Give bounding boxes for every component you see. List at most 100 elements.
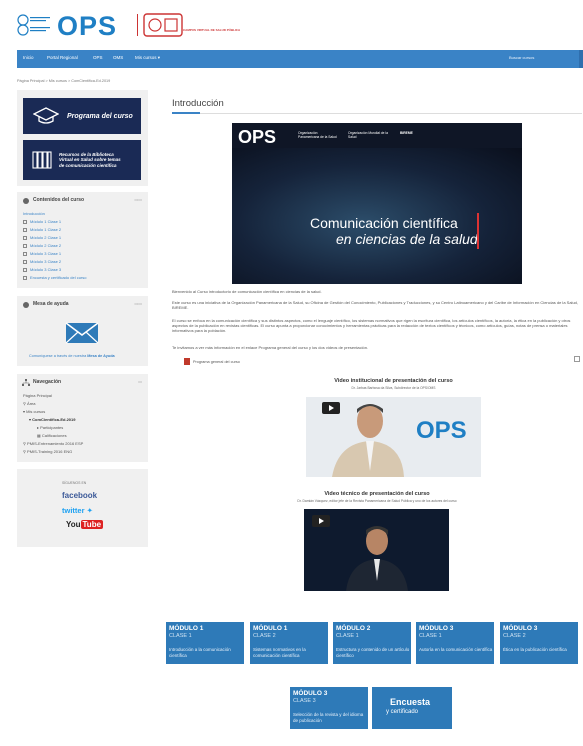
course-hero-image: OPS Organización Panamericana de la Salu…	[232, 123, 522, 284]
nav-tree-label: PMIS-Entrenamiento 2016 ESP	[27, 441, 84, 446]
toc-item[interactable]: Módulo 2 Clase 2	[23, 243, 61, 248]
page-title: Introducción	[172, 98, 224, 109]
breadcrumb[interactable]: Página Principal > Mis cursos > ComCient…	[17, 79, 110, 83]
module-tile-1-1[interactable]: MÓDULO 1 CLASE 1 Introducción a la comun…	[166, 622, 244, 664]
nav-home[interactable]: Inicio	[23, 55, 34, 60]
campus-virtual-logo[interactable]	[143, 13, 183, 37]
intro-paragraph-3: Te invitamos a ver más información en el…	[172, 345, 369, 350]
search-button[interactable]	[579, 50, 583, 68]
nav-tree-label: Mis cursos	[26, 409, 46, 414]
nav-tree-grades[interactable]: ▦ Calificaciones	[37, 433, 67, 438]
nav-oms[interactable]: OMS	[113, 55, 123, 60]
module-topic: Estructura y contenido de un artículo ci…	[336, 647, 410, 658]
survey-subtitle: y certificado	[386, 709, 419, 715]
envelope-icon[interactable]	[65, 322, 99, 344]
hero-badge-who: Organización Mundial de la Salud	[348, 131, 388, 139]
nav-tree-participants[interactable]: ▸ Participantes	[37, 425, 63, 430]
checkbox-icon	[23, 235, 27, 240]
module-number: MÓDULO 1	[169, 625, 204, 632]
nav-tree-label: Participantes	[40, 425, 64, 430]
nav-tree-pmis-eng[interactable]: ⚲ PMIS-Training 2016 ENG	[23, 449, 72, 454]
module-number: MÓDULO 1	[253, 625, 288, 632]
checkbox-icon	[23, 219, 27, 224]
video1-subtitle: Dr. Jarbas Barbosa da Silva, Subdirector…	[351, 386, 436, 390]
toc-item[interactable]: Módulo 3 Clase 2	[23, 259, 61, 264]
module-tile-3-1[interactable]: MÓDULO 3 CLASE 1 Autoría en la comunicac…	[416, 622, 494, 664]
checkbox-icon	[23, 259, 27, 264]
library-banner-line3: de comunicación científica	[59, 162, 117, 168]
ops-brand-text[interactable]: OPS	[57, 12, 117, 40]
module-class: CLASE 3	[293, 698, 316, 704]
help-text: Comuníquese a través de nuestra Mesa de …	[29, 354, 115, 358]
module-tile-3-2[interactable]: MÓDULO 3 CLASE 2 Ética en la publicación…	[500, 622, 578, 664]
module-tile-2-1[interactable]: MÓDULO 2 CLASE 1 Estructura y contenido …	[333, 622, 411, 664]
help-desk-link[interactable]: Mesa de Ayuda	[87, 354, 114, 358]
toc-item[interactable]: Módulo 1 Clase 1	[23, 219, 61, 224]
toc-item[interactable]: Módulo 2 Clase 1	[23, 235, 61, 240]
contents-block-header: Contenidos del curso	[33, 197, 85, 203]
nav-tree-current-course[interactable]: ▾ ComCientifica-Ed.2019	[29, 417, 75, 422]
twitter-bird-icon: ✦	[86, 506, 93, 515]
checkbox-icon	[23, 243, 27, 248]
ops-seal-logo[interactable]	[17, 14, 53, 36]
nav-tree-area[interactable]: ⚲ Área	[23, 401, 36, 406]
toc-item[interactable]: Módulo 1 Clase 2	[23, 227, 61, 232]
module-tile-3-3[interactable]: MÓDULO 3 CLASE 3 Selección de la revista…	[290, 687, 368, 729]
video2-subtitle: Dr. Damián Vázquez, editor jefe de la Re…	[297, 499, 457, 503]
program-pdf-link[interactable]: Programa general del curso	[184, 358, 240, 365]
checkbox-icon	[23, 227, 27, 232]
toc-item-label: Módulo 2 Clase 1	[30, 235, 62, 240]
toc-item-label: Módulo 1 Clase 1	[30, 219, 62, 224]
toc-item-label: Módulo 3 Clase 3	[30, 267, 62, 272]
play-button[interactable]	[312, 515, 330, 527]
course-search-input[interactable]: Buscar cursos	[509, 55, 569, 60]
navigation-block-header: Navegación	[33, 379, 62, 385]
intro-paragraph-1: Este curso es una iniciativa de la Organ…	[172, 300, 579, 310]
help-desk-block: Mesa de ayuda ▭▭ Comuníquese a través de…	[17, 296, 148, 366]
checkbox-icon	[23, 251, 27, 256]
survey-certificate-tile[interactable]: Encuesta y certificado	[372, 687, 452, 729]
institutional-video[interactable]: OPS	[306, 397, 481, 477]
nav-tree-my-courses[interactable]: ▾ Mis cursos	[23, 409, 45, 414]
block-controls-icon[interactable]: ▭	[138, 379, 142, 384]
technical-video[interactable]	[304, 509, 449, 591]
completion-checkbox[interactable]	[574, 356, 580, 362]
nav-portal-regional[interactable]: Portal Regional	[47, 55, 78, 60]
course-contents-block: Contenidos del curso ▭▭ Introducción Mód…	[17, 192, 148, 288]
hero-badge-paho: Organización Panamericana de la Salud	[298, 131, 337, 139]
twitter-link[interactable]: twitter ✦	[62, 506, 93, 515]
nav-tree-pmis-esp[interactable]: ⚲ PMIS-Entrenamiento 2016 ESP	[23, 441, 83, 446]
module-class: CLASE 1	[336, 633, 359, 639]
toc-item-label: Módulo 3 Clase 2	[30, 259, 62, 264]
module-tile-1-2[interactable]: MÓDULO 1 CLASE 2 Sistemas normativos en …	[250, 622, 328, 664]
program-pdf-label: Programa general del curso	[193, 359, 240, 364]
video1-title: Video institucional de presentación del …	[334, 378, 453, 384]
toc-item[interactable]: Módulo 3 Clase 3	[23, 267, 61, 272]
speaker-figure	[346, 526, 408, 591]
library-banner-button[interactable]: Recursos de la Biblioteca Virtual en Sal…	[23, 140, 141, 180]
toc-introduccion[interactable]: Introducción	[23, 211, 45, 216]
toc-item-label: Módulo 1 Clase 2	[30, 227, 62, 232]
video2-title: Video técnico de presentación del curso	[324, 491, 430, 497]
facebook-link[interactable]: facebook	[62, 491, 97, 500]
play-icon	[319, 518, 324, 524]
nav-tree-label: PMIS-Training 2016 ENG	[27, 449, 73, 454]
program-banner-button[interactable]: Programa del curso	[23, 98, 141, 134]
play-button[interactable]	[322, 402, 340, 414]
sitemap-icon	[22, 379, 30, 386]
nav-my-courses[interactable]: Mis cursos ▾	[135, 55, 160, 61]
toc-item-label: Módulo 2 Clase 2	[30, 243, 62, 248]
toc-item-label: Encuesta y certificado del curso	[30, 275, 87, 280]
block-controls-icon[interactable]: ▭▭	[134, 197, 142, 202]
toc-item[interactable]: Encuesta y certificado del curso	[23, 275, 86, 280]
intro-paragraph-2: El curso se enfoca en la comunicación ci…	[172, 318, 571, 333]
follow-us-label: SÍGUENOS EN	[62, 481, 87, 485]
nav-ops[interactable]: OPS	[93, 55, 103, 60]
toc-item[interactable]: Módulo 3 Clase 1	[23, 251, 61, 256]
nav-tree-home[interactable]: Página Principal	[23, 393, 52, 398]
youtube-link[interactable]: You Tube	[66, 520, 104, 529]
block-controls-icon[interactable]: ▭▭	[134, 301, 142, 306]
main-navbar: Inicio Portal Regional OPS OMS Mis curso…	[17, 50, 583, 68]
help-text-prefix: Comuníquese a través de nuestra	[29, 354, 87, 358]
module-number: MÓDULO 3	[419, 625, 454, 632]
